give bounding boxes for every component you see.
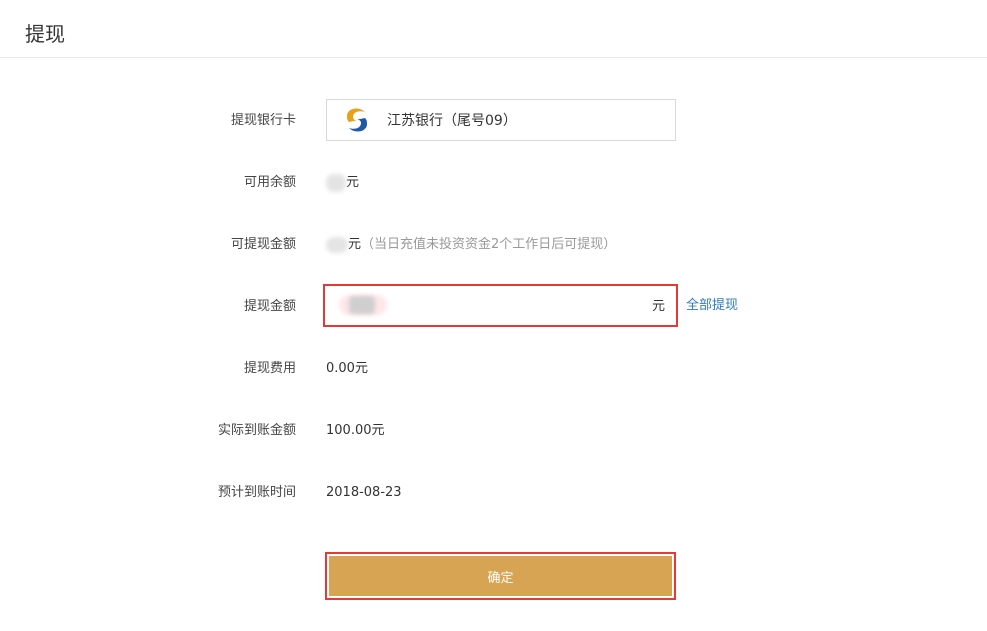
redacted-withdrawable bbox=[326, 236, 348, 253]
withdraw-amount-label: 提现金额 bbox=[243, 299, 296, 314]
withdrawable-note: （当日充值未投资资金2个工作日后可提现） bbox=[361, 237, 617, 252]
page-header: 提现 bbox=[0, 0, 987, 58]
withdraw-amount-input[interactable] bbox=[335, 293, 629, 320]
estimated-arrival-label: 预计到账时间 bbox=[217, 485, 296, 500]
withdraw-fee-value: 0.00元 bbox=[326, 361, 368, 376]
withdraw-amount-unit: 元 bbox=[651, 299, 665, 314]
bank-card-label: 提现银行卡 bbox=[230, 113, 296, 128]
page-title: 提现 bbox=[25, 22, 65, 46]
jiangsu-bank-logo-icon bbox=[347, 108, 367, 132]
withdraw-fee-label: 提现费用 bbox=[243, 361, 296, 376]
available-balance-value: 元 bbox=[326, 173, 359, 193]
bank-card-selector[interactable]: 江苏银行（尾号09） bbox=[326, 99, 676, 141]
available-balance-unit: 元 bbox=[346, 175, 360, 190]
redacted-balance bbox=[326, 173, 346, 192]
estimated-arrival-value: 2018-08-23 bbox=[326, 485, 402, 500]
withdraw-amount-field[interactable]: 元 bbox=[323, 284, 678, 327]
confirm-button-highlight: 确定 bbox=[325, 552, 676, 600]
confirm-button[interactable]: 确定 bbox=[329, 556, 672, 596]
withdraw-all-link[interactable]: 全部提现 bbox=[686, 296, 738, 316]
withdrawable-amount-unit: 元 bbox=[348, 237, 362, 252]
withdrawable-amount-value: 元（当日充值未投资资金2个工作日后可提现） bbox=[326, 235, 616, 255]
withdrawable-amount-label: 可提现金额 bbox=[230, 237, 296, 252]
bank-card-name: 江苏银行（尾号09） bbox=[387, 113, 517, 129]
actual-amount-label: 实际到账金额 bbox=[217, 423, 296, 438]
actual-amount-value: 100.00元 bbox=[326, 423, 385, 438]
available-balance-label: 可用余额 bbox=[243, 175, 296, 190]
